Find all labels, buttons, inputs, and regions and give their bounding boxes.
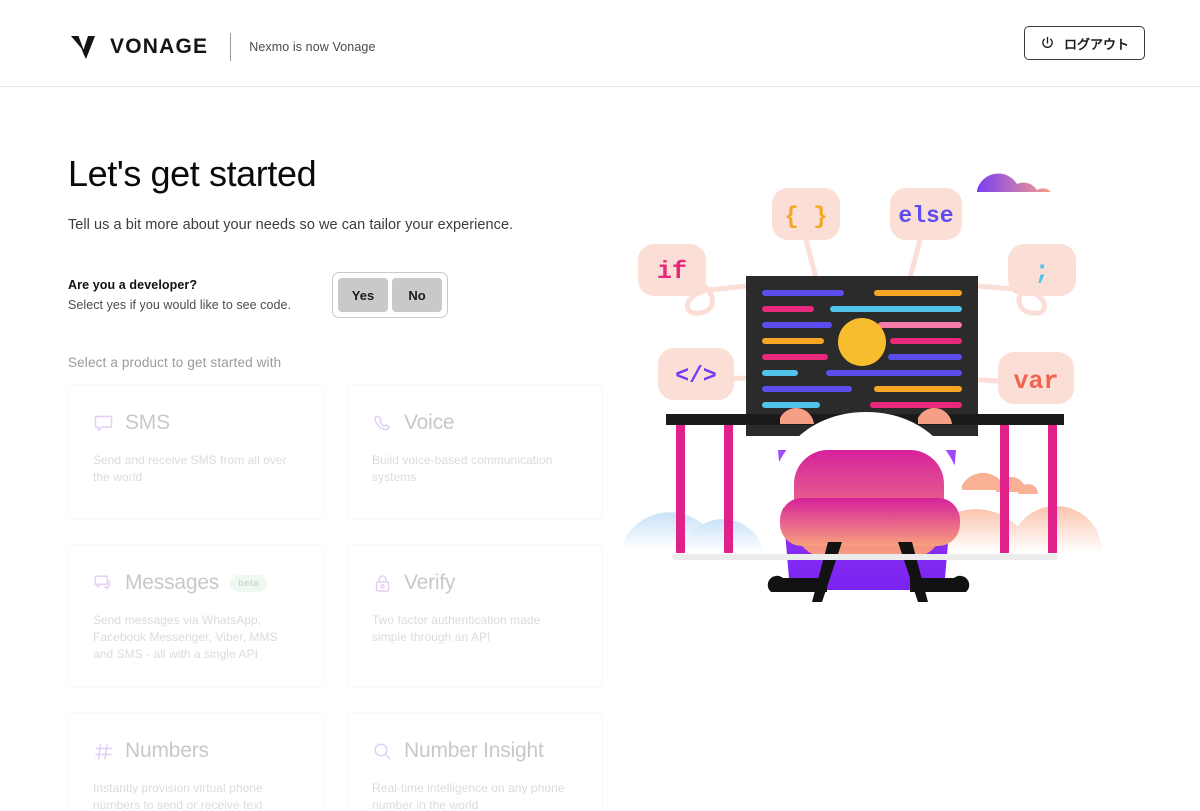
onboarding-page: VONAGE Nexmo is now Vonage ログアウト Let's g… (0, 0, 1200, 811)
product-title: Voice (404, 411, 455, 434)
card-header: Messages beta (93, 571, 299, 595)
product-card-messages[interactable]: Messages beta Send messages via WhatsApp… (68, 544, 324, 688)
app-header: VONAGE Nexmo is now Vonage ログアウト (0, 0, 1200, 87)
power-icon (1040, 36, 1055, 51)
svg-text:if: if (657, 257, 687, 286)
code-tag-var: var (998, 352, 1074, 404)
product-card-number-insight[interactable]: Number Insight Real-time intelligence on… (347, 712, 603, 811)
product-card-verify[interactable]: Verify Two factor authentication made si… (347, 544, 603, 688)
developer-question-row: Are you a developer? Select yes if you w… (68, 272, 613, 318)
padlock-icon (372, 573, 393, 594)
phone-handset-icon (372, 413, 393, 434)
svg-text:var: var (1013, 367, 1058, 396)
product-card-numbers[interactable]: Numbers Instantly provision virtual phon… (68, 712, 324, 811)
developer-no-button[interactable]: No (392, 278, 442, 312)
brand-wordmark: VONAGE (110, 35, 209, 58)
product-description: Send and receive SMS from all over the w… (93, 453, 287, 484)
developer-question-text: Are you a developer? Select yes if you w… (68, 272, 332, 312)
svg-text:;: ; (1034, 256, 1050, 286)
hash-icon (93, 741, 114, 762)
logout-label: ログアウト (1063, 36, 1129, 52)
product-description: Send messages via WhatsApp, Facebook Mes… (93, 613, 278, 661)
vonage-v-logo-icon (68, 32, 98, 62)
page-title: Let's get started (68, 153, 317, 194)
product-description: Instantly provision virtual phone number… (93, 781, 263, 811)
product-title: SMS (125, 411, 170, 434)
product-description: Two factor authentication made simple th… (372, 613, 541, 644)
developer-yes-button[interactable]: Yes (338, 278, 388, 312)
developer-toggle-group[interactable]: Yes No (332, 272, 448, 318)
product-title: Numbers (125, 739, 209, 762)
floor-shadow (672, 554, 1058, 560)
product-section-label: Select a product to get started with (68, 355, 282, 370)
code-tag-semicolon: ; (1008, 244, 1076, 296)
svg-text:</>: </> (675, 363, 716, 389)
product-card-sms[interactable]: SMS Send and receive SMS from all over t… (68, 384, 324, 520)
product-title: Messages (125, 571, 220, 594)
speech-bubble-icon (93, 413, 114, 434)
product-description: Real-time intelligence on any phone numb… (372, 781, 565, 811)
code-tag-else: else (890, 188, 962, 240)
onboarding-form-column: Let's get started Tell us a bit more abo… (68, 150, 613, 811)
status-badge: beta (230, 574, 267, 592)
product-description: Build voice-based communication systems (372, 453, 553, 484)
double-speech-bubble-icon (93, 573, 114, 594)
developer-question-hint: Select yes if you would like to see code… (68, 298, 292, 312)
cloud-gradient-top (977, 173, 1051, 192)
product-title: Verify (404, 571, 456, 594)
code-tag-if: if (638, 244, 706, 296)
brand-tagline: Nexmo is now Vonage (249, 40, 376, 54)
product-card-voice[interactable]: Voice Build voice-based communication sy… (347, 384, 603, 520)
brand-divider (230, 33, 232, 61)
code-tag-braces: { } (772, 188, 840, 240)
card-header: Verify (372, 571, 578, 595)
developer-question-label: Are you a developer? (68, 278, 198, 292)
page-subtitle: Tell us a bit more about your needs so w… (68, 217, 514, 233)
product-title: Number Insight (404, 739, 544, 762)
card-header: Numbers (93, 739, 299, 763)
svg-text:else: else (898, 203, 953, 229)
card-header: Number Insight (372, 739, 578, 763)
product-card-grid: SMS Send and receive SMS from all over t… (68, 384, 613, 811)
magnifier-icon (372, 741, 393, 762)
card-header: SMS (93, 411, 299, 435)
brand: VONAGE Nexmo is now Vonage (68, 30, 376, 64)
card-header: Voice (372, 411, 578, 435)
developer-at-desk-illustration: if { } else ; </> var (620, 150, 1120, 620)
svg-text:{ }: { } (784, 204, 827, 231)
code-tag-code-brackets: </> (658, 348, 734, 400)
logout-button[interactable]: ログアウト (1023, 26, 1145, 60)
